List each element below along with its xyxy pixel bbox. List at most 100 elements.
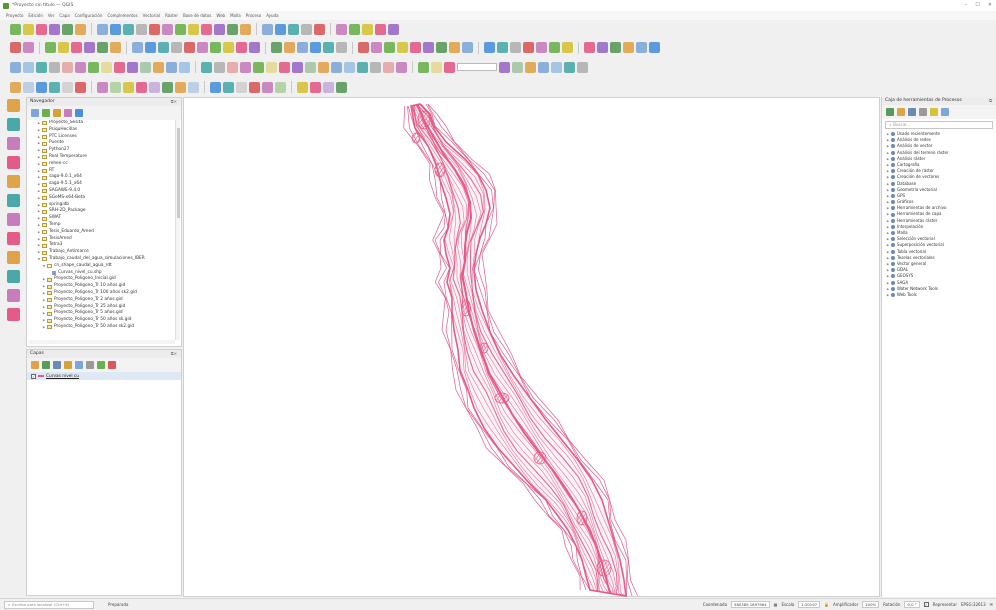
toolbar-tool-icon[interactable] (336, 81, 347, 93)
toolbar-tool-icon[interactable] (349, 23, 360, 35)
toolbar-tool-icon[interactable] (101, 61, 112, 73)
toolbar-tool-icon[interactable] (314, 23, 325, 35)
browser-tree-item[interactable]: ▶ SGeMS-x64-Beta (27, 195, 175, 202)
add-layer-icon[interactable] (6, 289, 20, 302)
toolbar-tool-icon[interactable] (162, 23, 173, 35)
menu-item[interactable]: Proceso (246, 13, 262, 18)
toolbar-tool-icon[interactable] (396, 61, 407, 73)
toolbar-tool-icon[interactable] (210, 81, 221, 93)
toolbar-tool-icon[interactable] (562, 42, 573, 53)
browser-tree-item[interactable]: ▶ SWAT (27, 215, 175, 222)
toolbar-tool-icon[interactable] (549, 42, 560, 53)
toolbar-tool-icon[interactable] (484, 42, 495, 53)
toolbar-tool-icon[interactable] (284, 42, 295, 53)
toolbar-tool-icon[interactable] (227, 23, 238, 35)
toolbar-tool-icon[interactable] (23, 23, 34, 35)
menu-item[interactable]: Capa (59, 13, 69, 18)
toolbar-tool-icon[interactable] (523, 42, 534, 53)
toolbar-tool-icon[interactable] (136, 81, 147, 93)
maximize-button[interactable]: ☐ (975, 2, 979, 8)
toolbar-tool-icon[interactable] (240, 61, 251, 73)
filter-legend-icon[interactable] (64, 361, 72, 369)
collapse-all-icon[interactable] (64, 109, 72, 117)
style-icon[interactable] (31, 361, 39, 369)
browser-tree-item[interactable]: ▶ Python27 (27, 147, 175, 154)
menu-item[interactable]: Configuración (75, 13, 103, 18)
add-layer-icon[interactable] (6, 99, 20, 112)
browser-tree-item[interactable]: ▶ Temp (27, 222, 175, 229)
toolbar-tool-icon[interactable] (310, 81, 321, 93)
toolbar-tool-icon[interactable] (10, 42, 21, 53)
filter-icon[interactable] (53, 109, 61, 117)
toolbar-tool-icon[interactable] (344, 61, 355, 73)
toolbar-tool-icon[interactable] (201, 61, 212, 73)
browser-tree-item[interactable]: ▶ saga-9.5.1_x64 (27, 181, 175, 188)
toolbar-tool-icon[interactable] (336, 23, 347, 35)
toolbar-tool-icon[interactable] (436, 42, 447, 53)
menu-item[interactable]: Malla (230, 13, 241, 18)
toolbar-tool-icon[interactable] (370, 61, 381, 73)
toolbar-tool-icon[interactable] (97, 23, 108, 35)
toolbar-tool-icon[interactable] (449, 42, 460, 53)
rotation-field[interactable]: 0,0 ° (904, 601, 920, 608)
toolbar-tool-icon[interactable] (127, 61, 138, 73)
browser-h-scrollbar[interactable] (29, 340, 175, 344)
menu-item[interactable]: Ráster (165, 13, 178, 18)
toolbar-tool-icon[interactable] (275, 81, 286, 93)
options-icon[interactable] (941, 108, 949, 116)
add-layer-icon[interactable] (6, 137, 20, 150)
toolbar-tool-icon[interactable] (375, 23, 386, 35)
toolbar-tool-icon[interactable] (636, 42, 647, 53)
processing-provider-item[interactable]: ▶ Web Tools (885, 292, 996, 298)
browser-tree-item[interactable]: ▼ cn_shape_caudal_agua_rdt (27, 263, 175, 270)
browser-tree-item[interactable]: ▶ Proyecto_Poligono_Tr 10 años.gid (27, 283, 175, 290)
toolbar-tool-icon[interactable] (240, 23, 251, 35)
scale-field[interactable]: 1:20197 (798, 601, 821, 608)
scripts-icon[interactable] (897, 108, 905, 116)
render-checkbox[interactable]: ✓ (923, 602, 929, 607)
map-canvas[interactable] (183, 97, 880, 597)
browser-tree-item[interactable]: ▶ rehen-cc (27, 161, 175, 168)
toolbar-tool-icon[interactable] (166, 61, 177, 73)
toolbar-tool-icon[interactable] (510, 42, 521, 53)
toolbar-tool-icon[interactable] (525, 61, 536, 73)
toolbar-tool-icon[interactable] (71, 42, 82, 53)
browser-tree-item[interactable]: ▶ Proyecto_Poligono_Tr 2 años.gid (27, 297, 175, 304)
toolbar-tool-icon[interactable] (262, 81, 273, 93)
browser-tree-item[interactable]: ▶ Tesis_Eduardo_Amed (27, 229, 175, 236)
browser-tree-item[interactable]: ▶ SAGAWE-9.4.0 (27, 188, 175, 195)
toolbar-tool-icon[interactable] (110, 81, 121, 93)
extents-toggle-icon[interactable]: ▦ (774, 602, 778, 607)
toolbar-tool-icon[interactable] (10, 61, 21, 73)
toolbar-tool-icon[interactable] (236, 81, 247, 93)
results-icon[interactable] (919, 108, 927, 116)
layer-visibility-checkbox[interactable]: ✓ (31, 373, 36, 379)
toolbar-tool-icon[interactable] (301, 23, 312, 35)
add-layer-icon[interactable] (31, 109, 39, 117)
menu-item[interactable]: Proyecto (6, 13, 23, 18)
remove-layer-icon[interactable] (108, 361, 116, 369)
models-icon[interactable] (886, 108, 894, 116)
toolbar-tool-icon[interactable] (266, 61, 277, 73)
toolbar-tool-icon[interactable] (623, 42, 634, 53)
menu-item[interactable]: Ayuda (266, 13, 278, 18)
toolbar-tool-icon[interactable] (88, 61, 99, 73)
add-layer-icon[interactable] (6, 213, 20, 226)
toolbar-tool-icon[interactable] (62, 23, 73, 35)
toolbar-tool-icon[interactable] (201, 23, 212, 35)
toolbar-tool-icon[interactable] (23, 42, 34, 53)
toolbar-tool-icon[interactable] (305, 61, 316, 73)
toolbar-tool-icon[interactable] (49, 61, 60, 73)
browser-tree-item[interactable]: ▼ Trabajo_caudal_del_agua_simulaciones_IB… (27, 256, 175, 263)
toolbar-tool-icon[interactable] (288, 23, 299, 35)
add-layer-icon[interactable] (6, 118, 20, 131)
toolbar-tool-icon[interactable] (577, 61, 588, 73)
close-button[interactable]: ✕ (988, 2, 992, 8)
toolbar-tool-icon[interactable] (362, 23, 373, 35)
panel-close-icon[interactable]: ⧉ (989, 97, 992, 105)
toolbar-tool-icon[interactable] (388, 23, 399, 35)
toolbar-tool-icon[interactable] (136, 23, 147, 35)
minimize-button[interactable]: – (965, 2, 968, 8)
browser-tree-item[interactable]: ▶ Proyecto_Sesita (27, 120, 175, 127)
panel-close-icon[interactable]: ⧉✕ (171, 350, 177, 358)
